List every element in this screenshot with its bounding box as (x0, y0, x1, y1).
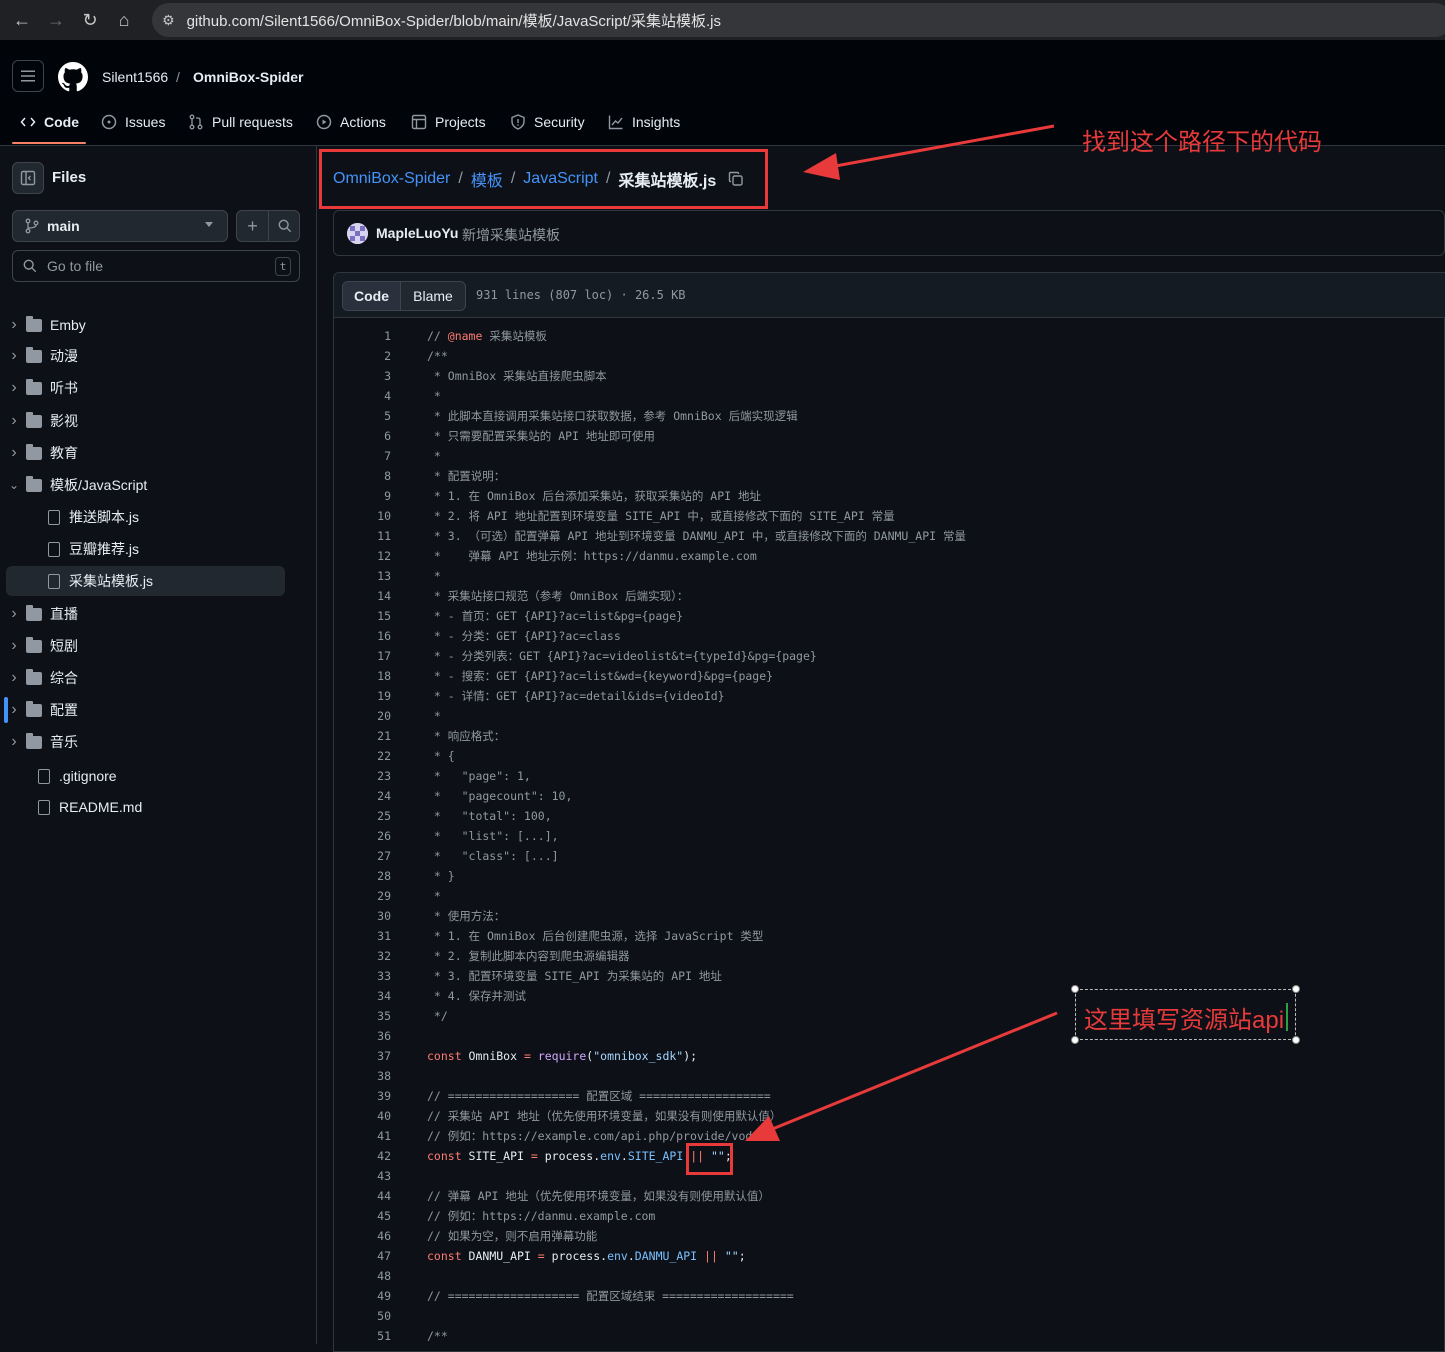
resize-handle[interactable] (1292, 1036, 1300, 1044)
annotation-path-note: 找到这个路径下的代码 (1082, 129, 1322, 156)
text-cursor (1286, 1003, 1288, 1031)
arrow-to-path (803, 124, 1055, 180)
annotation-api-note: 这里填写资源站api (1084, 1007, 1285, 1034)
arrow-to-site-api (745, 1011, 1058, 1141)
resize-handle[interactable] (1071, 1036, 1079, 1044)
resize-handle[interactable] (1292, 985, 1300, 993)
annotation-highlight-value (686, 1143, 733, 1175)
resize-handle[interactable] (1071, 985, 1079, 993)
